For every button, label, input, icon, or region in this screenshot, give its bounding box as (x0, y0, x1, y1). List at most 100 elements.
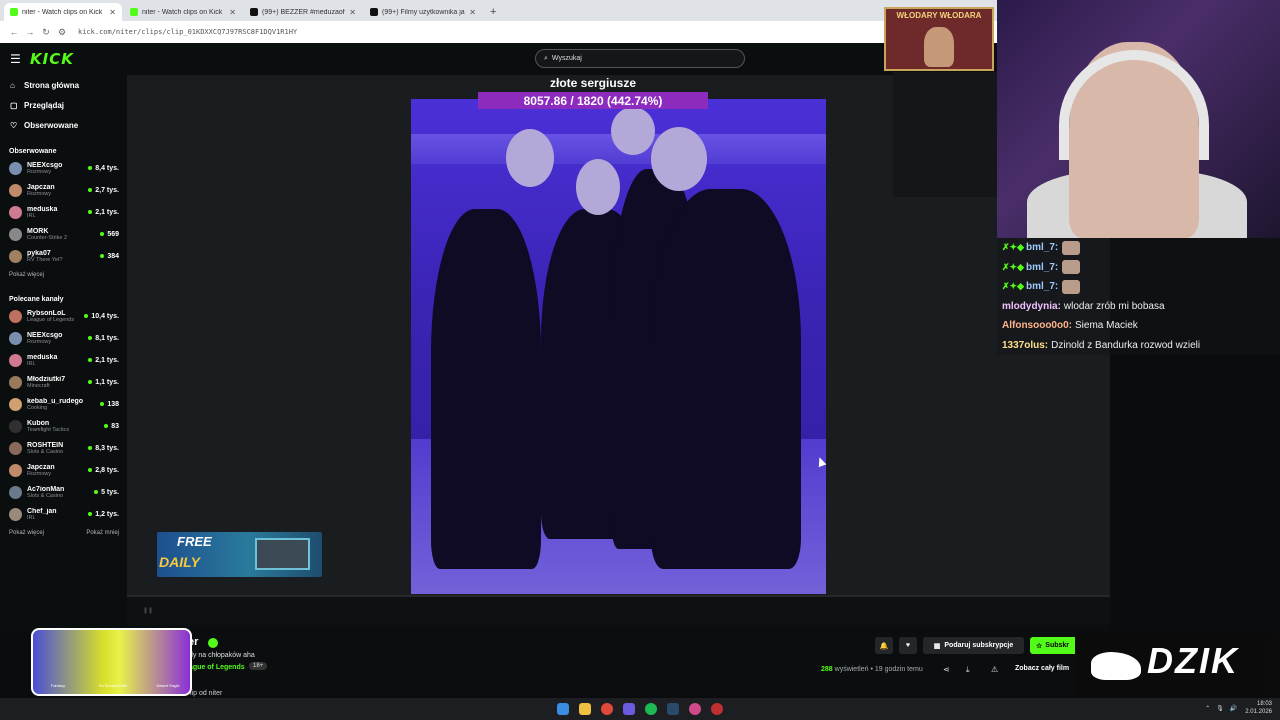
sidebar-channel[interactable]: meduska IRL 2,1 tys. (0, 349, 127, 371)
sidebar-channel[interactable]: Japczan Rozmowy 2,7 tys. (0, 179, 127, 201)
show-more-followed[interactable]: Pokaż więcej (0, 267, 127, 283)
show-more-recommended[interactable]: Pokaż więcej (9, 530, 44, 536)
sidebar-channel[interactable]: NEEXcsgo Rozmowy 8,4 tys. (0, 157, 127, 179)
channel-category: Minecraft (27, 382, 50, 389)
sidebar-channel[interactable]: Ac7ionMan Slots & Casino 5 tys. (0, 481, 127, 503)
close-tab-icon[interactable]: ✕ (349, 8, 356, 17)
chrome-icon[interactable] (601, 703, 613, 715)
forward-icon[interactable]: → (22, 27, 38, 37)
tab-title: niter - Watch clips on Kick (142, 8, 223, 16)
discord-icon[interactable] (623, 703, 635, 715)
viewer-count-value: 2,8 tys. (95, 466, 119, 474)
sidebar-channel[interactable]: MORK Counter-Strike 2 569 (0, 223, 127, 245)
gift-sub-button[interactable]: ▦ Podaruj subskrypcje (923, 637, 1024, 654)
start-icon[interactable] (557, 703, 569, 715)
boar-icon (1091, 652, 1141, 680)
banner-text: WŁODARY WŁODARA (896, 11, 982, 20)
chrome-profile-icon[interactable] (689, 703, 701, 715)
channel-category: League of Legends (27, 316, 75, 323)
recommended-section-title: Polecane kanały (9, 295, 64, 303)
clip-video-frame[interactable] (411, 99, 826, 594)
menu-icon[interactable]: ☰ (10, 52, 24, 66)
download-icon[interactable]: ⤓ (966, 665, 970, 675)
file-explorer-icon[interactable] (579, 703, 591, 715)
viewer-count-value: 569 (107, 230, 119, 238)
back-icon[interactable]: ← (6, 27, 22, 37)
sidebar-channel[interactable]: NEEXcsgo Rozmowy 8,1 tys. (0, 327, 127, 349)
mic-icon[interactable]: 🎙 (1216, 705, 1224, 712)
knife-label-2: It's Sunset Knife (98, 683, 128, 688)
viewer-count-value: 8,3 tys. (95, 444, 119, 452)
steam-icon[interactable] (667, 703, 679, 715)
site-info-icon[interactable]: ⚙ (54, 27, 70, 38)
spotify-icon[interactable] (645, 703, 657, 715)
chat-overlay: ✗✦◆ bml_7: ✗✦◆ bml_7: ✗✦◆ bml_7: mlodydynia: wl… (997, 238, 1280, 355)
kick-logo[interactable]: KICK (30, 50, 74, 68)
live-dot-icon (88, 380, 93, 384)
channel-category: Rozmowy (27, 338, 52, 345)
viewer-count-value: 8,4 tys. (95, 164, 119, 172)
sidebar-channel[interactable]: RybsonLoL League of Legends 10,4 tys. (0, 305, 127, 327)
chat-text: Dzinold z Bandurka rozwod wzieli (1051, 339, 1201, 351)
browser-tab[interactable]: (99+) BEZZER #meduzaofficial ✕ (244, 3, 362, 21)
nav-item[interactable]: ♡ Obserwowane (0, 115, 127, 135)
browser-tab[interactable]: niter - Watch clips on Kick ✕ (124, 3, 242, 21)
emote-icon (1062, 260, 1081, 275)
avatar (9, 507, 22, 521)
reload-icon[interactable]: ↻ (38, 27, 54, 38)
star-icon: ☆ (1036, 642, 1043, 650)
play-icon[interactable]: ❚❚ (143, 607, 153, 614)
clock[interactable]: 18:03 2.01.2026 (1245, 700, 1272, 716)
avatar (9, 441, 22, 455)
channel-category: Counter-Strike 2 (27, 234, 68, 241)
player-controls: ❚❚ (127, 595, 1110, 625)
channel-name: RybsonLoL (27, 309, 66, 317)
emote-icon (1062, 279, 1081, 294)
see-full-video-link[interactable]: Zobacz cały film (1015, 665, 1069, 672)
viewer-count: 2,1 tys. (88, 209, 119, 216)
screen: niter - Watch clips on Kick ✕ niter - Watc… (0, 0, 1280, 720)
follow-heart-icon[interactable]: ♥ (899, 637, 917, 654)
sidebar-channel[interactable]: ROSHTEIN Slots & Casino 8,3 tys. (0, 437, 127, 459)
nav-item[interactable]: ⌂ Strona główna (0, 75, 127, 95)
sidebar-channel[interactable]: Chef_jan IRL 1,2 tys. (0, 503, 127, 525)
subscribe-label: Subskr (1045, 642, 1070, 649)
heart-icon: ♡ (10, 120, 18, 130)
channel-name: Japczan (27, 463, 55, 471)
nav-item[interactable]: ▢ Przeglądaj (0, 95, 127, 115)
close-tab-icon[interactable]: ✕ (229, 8, 236, 17)
notify-bell-icon[interactable]: 🔔 (875, 637, 893, 654)
promo-free-text: FREE (177, 534, 212, 549)
share-icon[interactable]: ⋖ (943, 665, 950, 674)
goal-title: złote sergiusze (549, 76, 637, 90)
chevron-up-icon[interactable]: ⌃ (1205, 705, 1210, 712)
app-icon[interactable] (711, 703, 723, 715)
report-icon[interactable]: ⚠ (991, 665, 998, 674)
close-tab-icon[interactable]: ✕ (109, 8, 116, 17)
live-dot-icon (88, 210, 93, 214)
progress-track[interactable] (127, 595, 1110, 597)
search-input[interactable]: ⌕ Wyszukaj (535, 49, 745, 68)
sidebar-channel[interactable]: Kubon Teamfight Tactics 83 (0, 415, 127, 437)
channel-category: Slots & Casino (27, 448, 64, 455)
sidebar-channel[interactable]: Młodziutki7 Minecraft 1,1 tys. (0, 371, 127, 393)
case-box-icon (255, 538, 310, 570)
url-field[interactable]: kick.com/niter/clips/clip_01KDXXCQ7J97RS… (78, 28, 297, 36)
sidebar-channel[interactable]: pyka07 RV There Yet? 384 (0, 245, 127, 267)
show-less-recommended[interactable]: Pokaż mniej (86, 530, 119, 536)
close-tab-icon[interactable]: ✕ (469, 8, 476, 17)
volume-icon[interactable]: 🔊 (1230, 705, 1237, 712)
user-badges-icon: ✗✦◆ (1002, 281, 1025, 292)
clip-category[interactable]: ague of Legends (189, 664, 245, 671)
avatar (9, 353, 22, 367)
new-tab-button[interactable]: + (484, 3, 502, 21)
subscribe-button[interactable]: ☆ Subskr (1030, 637, 1080, 654)
browser-tab[interactable]: (99+) Filmy użytkownika jak zw... ✕ (364, 3, 482, 21)
sidebar-channel[interactable]: meduska IRL 2,1 tys. (0, 201, 127, 223)
sidebar-channel[interactable]: Japczan Rozmowy 2,8 tys. (0, 459, 127, 481)
viewer-count-value: 10,4 tys. (91, 312, 119, 320)
browser-tab[interactable]: niter - Watch clips on Kick ✕ (4, 3, 122, 21)
sidebar-channel[interactable]: kebab_u_rudego Cooking 138 (0, 393, 127, 415)
chat-text: wlodar zrób mi bobasa (1063, 300, 1165, 312)
user-badges-icon: ✗✦◆ (1002, 242, 1025, 253)
